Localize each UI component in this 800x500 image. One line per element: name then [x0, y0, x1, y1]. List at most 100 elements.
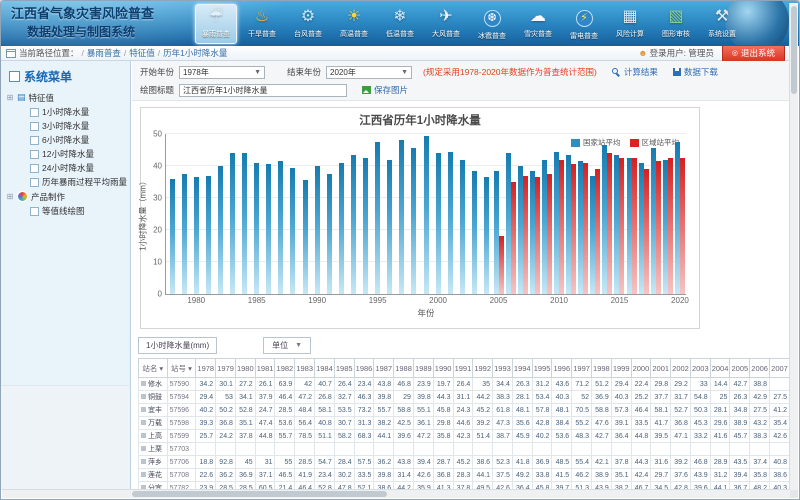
value-cell: 29: [394, 391, 414, 404]
station-name-cell[interactable]: 莲花: [139, 469, 168, 482]
value-cell: 31.1: [453, 391, 473, 404]
expander-icon[interactable]: ⊞: [6, 93, 14, 102]
toolbar-item-4[interactable]: ☀高温普查: [333, 4, 375, 44]
tree-item-1-4[interactable]: 12小时降水量: [6, 147, 130, 161]
tree-group-1[interactable]: ⊞▤特征值: [6, 90, 130, 105]
column-header-year[interactable]: 2005: [730, 359, 750, 378]
column-header-year[interactable]: 1998: [591, 359, 611, 378]
column-header-year[interactable]: 1997: [572, 359, 592, 378]
value-cell: [235, 443, 255, 456]
expander-icon[interactable]: ⊞: [6, 192, 14, 201]
checkbox-icon[interactable]: [30, 122, 39, 131]
station-name-cell[interactable]: 宜丰: [139, 404, 168, 417]
horizontal-scrollbar-thumb[interactable]: [132, 491, 387, 497]
vertical-scrollbar-thumb[interactable]: [791, 6, 797, 94]
checkbox-icon[interactable]: [30, 136, 39, 145]
station-name-cell[interactable]: 萍乡: [139, 456, 168, 469]
column-header-year[interactable]: 1993: [493, 359, 513, 378]
column-header-year[interactable]: 1979: [216, 359, 236, 378]
column-header-year[interactable]: 1988: [394, 359, 414, 378]
column-header-year[interactable]: 1980: [235, 359, 255, 378]
column-header-year[interactable]: 1983: [295, 359, 315, 378]
breadcrumb-item[interactable]: 历年1小时降水量: [163, 48, 227, 58]
column-header-year[interactable]: 1989: [413, 359, 433, 378]
column-header-year[interactable]: 1990: [433, 359, 453, 378]
column-header-year[interactable]: 2000: [631, 359, 651, 378]
station-name-cell[interactable]: 万载: [139, 417, 168, 430]
bar-national: [351, 155, 356, 294]
chart-title-input[interactable]: 江西省历年1小时降水量: [179, 84, 347, 97]
unit-label: 单位: [272, 340, 288, 351]
tree-item-1-3[interactable]: 6小时降水量: [6, 133, 130, 147]
calculate-button[interactable]: 计算结果: [612, 66, 658, 78]
column-header-year[interactable]: 1985: [334, 359, 354, 378]
tree-item-1-5[interactable]: 24小时降水量: [6, 161, 130, 175]
bar-national: [218, 166, 223, 294]
checkbox-icon[interactable]: [30, 178, 39, 187]
column-header-id[interactable]: 站号 ▾: [167, 359, 196, 378]
value-cell: 47.3: [493, 417, 513, 430]
legend-item[interactable]: 区域站平均: [630, 137, 680, 148]
start-year-label: 开始年份: [140, 66, 174, 78]
checkbox-icon[interactable]: [30, 108, 39, 117]
save-image-button[interactable]: 保存图片: [362, 84, 408, 96]
breadcrumb-item[interactable]: 暴雨普查: [87, 48, 121, 58]
checkbox-icon[interactable]: [30, 207, 39, 216]
tree-item-1-2[interactable]: 3小时降水量: [6, 119, 130, 133]
tree-group-2[interactable]: ⊞产品制作: [6, 189, 130, 204]
value-cell: 40.2: [196, 404, 216, 417]
download-button[interactable]: 数据下载: [673, 66, 718, 78]
station-name-cell[interactable]: 修水: [139, 378, 168, 391]
value-cell: 52.3: [493, 456, 513, 469]
column-header-year[interactable]: 1984: [315, 359, 335, 378]
column-header-station[interactable]: 站名 ▾: [139, 359, 168, 378]
column-header-year[interactable]: 1999: [611, 359, 631, 378]
tree-item-1-6[interactable]: 历年暴雨过程平均雨量: [6, 175, 130, 189]
value-cell: 73.2: [354, 404, 374, 417]
station-name-cell[interactable]: 上栗: [139, 443, 168, 456]
toolbar-item-9[interactable]: ⚡雷电普查: [563, 4, 605, 44]
value-cell: 48.5: [552, 456, 572, 469]
column-header-year[interactable]: 1986: [354, 359, 374, 378]
column-header-year[interactable]: 1992: [473, 359, 493, 378]
column-header-year[interactable]: 1995: [532, 359, 552, 378]
station-name-cell[interactable]: 上高: [139, 430, 168, 443]
checkbox-icon[interactable]: [30, 164, 39, 173]
logout-button[interactable]: ◎ 退出系统: [722, 45, 785, 62]
column-header-year[interactable]: 2001: [651, 359, 671, 378]
column-header-year[interactable]: 1991: [453, 359, 473, 378]
column-header-year[interactable]: 2003: [690, 359, 710, 378]
end-year-select[interactable]: 2020年▼: [326, 66, 412, 79]
toolbar-item-5[interactable]: ❄低温普查: [379, 4, 421, 44]
breadcrumb-item[interactable]: 特征值: [129, 48, 155, 58]
tree-item-1-1[interactable]: 1小时降水量: [6, 105, 130, 119]
column-header-year[interactable]: 1978: [196, 359, 216, 378]
table-row: 万载5759839.336.835.147.453.656.440.830.73…: [139, 417, 790, 430]
column-header-year[interactable]: 1982: [275, 359, 295, 378]
toolbar-item-11[interactable]: ▧图形审核: [655, 4, 697, 44]
tree-item-2-1[interactable]: 等值线绘图: [6, 204, 130, 218]
toolbar-item-7[interactable]: ❆冰雹普查: [471, 4, 513, 44]
column-header-year[interactable]: 1981: [255, 359, 275, 378]
station-name-cell[interactable]: 铜鼓: [139, 391, 168, 404]
column-header-year[interactable]: 2006: [750, 359, 770, 378]
column-header-year[interactable]: 2004: [710, 359, 730, 378]
column-header-year[interactable]: 1987: [374, 359, 394, 378]
toolbar-item-6[interactable]: ✈大风普查: [425, 4, 467, 44]
start-year-select[interactable]: 1978年▼: [179, 66, 265, 79]
horizontal-scrollbar[interactable]: [2, 489, 790, 498]
legend-item[interactable]: 国家站平均: [571, 137, 621, 148]
toolbar-item-3[interactable]: ⚙台风普查: [287, 4, 329, 44]
vertical-scrollbar[interactable]: [789, 3, 798, 490]
column-header-year[interactable]: 1994: [512, 359, 532, 378]
toolbar-item-2[interactable]: ♨干旱普查: [241, 4, 283, 44]
toolbar-item-12[interactable]: ⚒系统设置: [701, 4, 743, 44]
toolbar-item-10[interactable]: ▦风险计算: [609, 4, 651, 44]
checkbox-icon[interactable]: [30, 150, 39, 159]
column-header-year[interactable]: 2002: [671, 359, 691, 378]
toolbar-item-1[interactable]: ☔暴雨普查: [195, 4, 237, 44]
unit-dropdown[interactable]: 单位 ▼: [263, 337, 311, 354]
toolbar-item-8[interactable]: ☁雪灾普查: [517, 4, 559, 44]
column-header-year[interactable]: 1996: [552, 359, 572, 378]
column-header-year[interactable]: 2007: [770, 359, 790, 378]
